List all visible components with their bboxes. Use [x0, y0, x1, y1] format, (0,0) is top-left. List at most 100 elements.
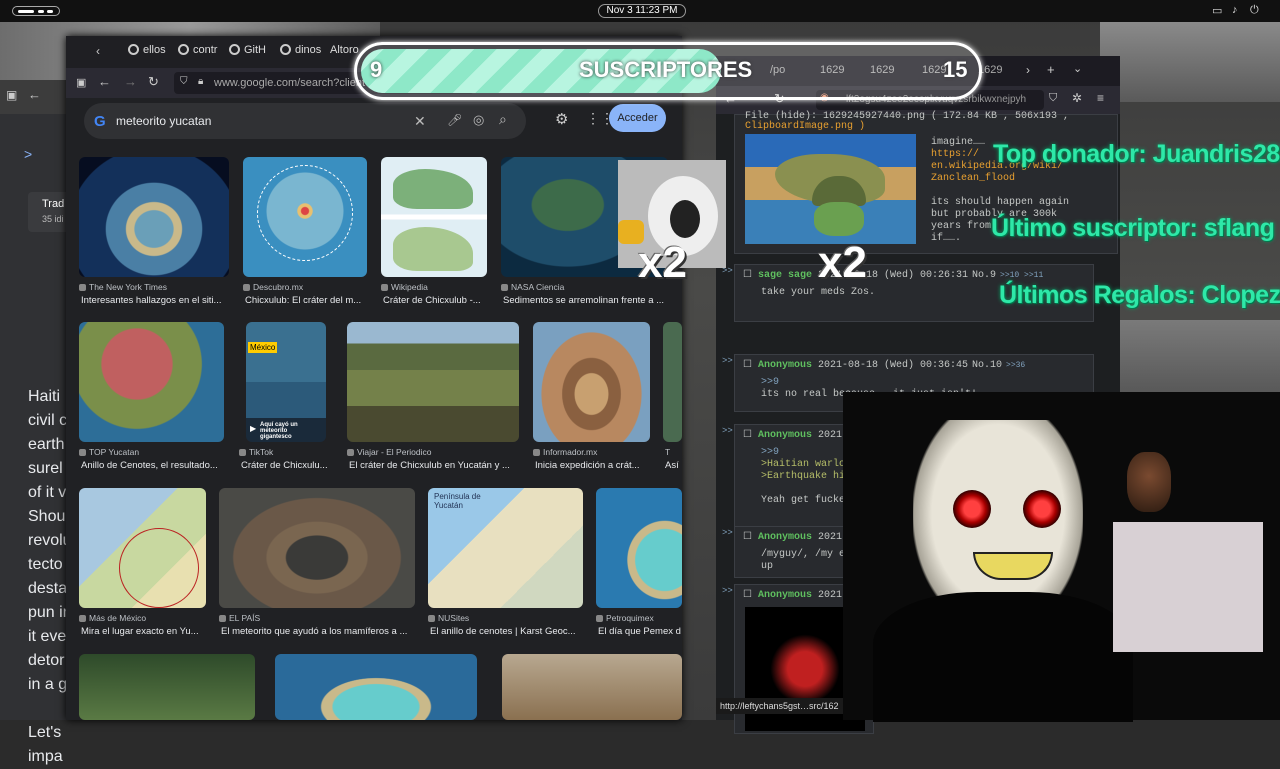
- chevron-right-icon[interactable]: ›: [1026, 63, 1030, 77]
- chevron-left-icon[interactable]: ‹: [96, 44, 100, 58]
- sign-in-button[interactable]: Acceder: [609, 104, 666, 132]
- browser-window: ‹ ellos contr GitH dinos Altoro ▣ ← → ↻ …: [66, 36, 682, 720]
- source-label: TikTok: [249, 447, 274, 457]
- source-favicon: [501, 284, 508, 291]
- emote-multiplier: x2: [818, 238, 867, 287]
- play-icon[interactable]: ▶: [250, 424, 256, 433]
- clock[interactable]: Nov 3 11:23 PM: [598, 4, 686, 18]
- volume-icon[interactable]: ♪: [1232, 4, 1238, 16]
- select-checkbox[interactable]: ☐: [743, 430, 758, 441]
- result-title[interactable]: Sedimentos se arremolinan frente a ...: [503, 295, 668, 306]
- menu-icon[interactable]: ≡: [1097, 91, 1104, 105]
- hood-shadow: [873, 592, 1133, 722]
- result-title[interactable]: El meteorito que ayudó a los mamíferos a…: [221, 626, 415, 637]
- tab-ellos[interactable]: ellos: [128, 44, 176, 62]
- window-icon[interactable]: ▭: [1212, 4, 1222, 17]
- search-icon[interactable]: ⌕: [499, 111, 507, 128]
- shield-icon[interactable]: ⛉: [1049, 92, 1057, 105]
- source-label: Más de México: [89, 613, 147, 623]
- result-image[interactable]: México Aquí cayó un meteorito gigantesco…: [246, 322, 326, 442]
- result-image[interactable]: [79, 654, 255, 720]
- reply-refs[interactable]: >>36: [1006, 361, 1025, 370]
- top-donor-label: Top donador: Juandris2830: [993, 140, 1280, 168]
- poster-name: Anonymous: [757, 590, 812, 601]
- post-text-line: up: [761, 561, 774, 572]
- post-number[interactable]: No.10: [972, 360, 1002, 371]
- extensions-icon[interactable]: ✲: [1072, 91, 1082, 105]
- back-arrow-icon[interactable]: ←: [98, 74, 111, 89]
- result-image[interactable]: [275, 654, 477, 720]
- result-title[interactable]: Chicxulub: El cráter del m...: [245, 295, 367, 306]
- reload-icon[interactable]: ↻: [148, 74, 159, 90]
- mask-eye: [1023, 490, 1061, 528]
- camera-search-icon[interactable]: ◎: [473, 112, 484, 128]
- background-wall: [1113, 522, 1263, 652]
- activities-indicator[interactable]: [12, 6, 60, 16]
- crater-ring: [119, 528, 199, 608]
- select-checkbox[interactable]: ☐: [743, 532, 758, 543]
- result-image[interactable]: [79, 488, 206, 608]
- result-title[interactable]: Anillo de Cenotes, el resultado...: [81, 460, 224, 471]
- webcam-feed: [843, 392, 1280, 722]
- back-arrow-icon[interactable]: ←: [28, 87, 41, 102]
- frog-face: [814, 202, 864, 236]
- tab-dinos[interactable]: dinos: [280, 44, 328, 62]
- sidebar-icon[interactable]: ▣: [6, 88, 17, 102]
- result-image[interactable]: [381, 157, 487, 277]
- result-title[interactable]: Mira el lugar exacto en Yu...: [81, 626, 206, 637]
- source-favicon: [428, 615, 435, 622]
- result-title[interactable]: El anillo de cenotes | Karst Geoc...: [430, 626, 583, 637]
- post-number[interactable]: No.9: [972, 270, 996, 281]
- select-checkbox[interactable]: ☐: [743, 360, 758, 371]
- translate-icon[interactable]: >: [24, 146, 32, 162]
- file-name-link[interactable]: ClipboardImage.png ): [745, 121, 865, 132]
- result-title[interactable]: Cráter de Chicxulu...: [241, 460, 331, 471]
- result-image[interactable]: [219, 488, 415, 608]
- chevron-down-icon[interactable]: ⌄: [1073, 62, 1082, 75]
- result-image[interactable]: [663, 322, 682, 442]
- source-favicon: [533, 449, 540, 456]
- forward-arrow-icon[interactable]: →: [124, 74, 137, 89]
- result-title[interactable]: Así: [665, 460, 682, 471]
- shield-icon[interactable]: ⛉: [180, 76, 188, 87]
- lock-icon[interactable]: 🔒︎: [198, 76, 203, 87]
- system-top-bar: Nov 3 11:23 PM ▭ ♪ ⏻: [0, 0, 1280, 22]
- result-title[interactable]: El cráter de Chicxulub en Yucatán y ...: [349, 460, 519, 471]
- map-landmass: [393, 169, 473, 209]
- result-title[interactable]: Inicia expedición a crát...: [535, 460, 650, 471]
- select-checkbox[interactable]: ☐: [743, 590, 758, 601]
- result-title[interactable]: Cráter de Chicxulub -...: [383, 295, 487, 306]
- gear-icon[interactable]: ⚙: [555, 110, 568, 128]
- new-tab-icon[interactable]: +: [1047, 62, 1055, 77]
- sidebar-icon[interactable]: ▣: [76, 76, 86, 89]
- last-gifts-label: Últimos Regalos: Clopez86: [999, 281, 1280, 309]
- reply-refs[interactable]: >>10 >>11: [1000, 271, 1043, 280]
- tab-label: dinos: [295, 44, 322, 56]
- microphone-icon[interactable]: 🎤︎: [447, 113, 462, 127]
- power-icon[interactable]: ⏻: [1250, 4, 1259, 17]
- tab-github[interactable]: GitH: [229, 44, 277, 62]
- result-image[interactable]: [79, 157, 229, 277]
- result-title[interactable]: Interesantes hallazgos en el siti...: [81, 295, 229, 306]
- result-image[interactable]: [596, 488, 682, 608]
- article-line: Let's: [28, 724, 62, 741]
- result-image[interactable]: [347, 322, 519, 442]
- tab-contr[interactable]: contr: [178, 44, 226, 62]
- result-image[interactable]: [533, 322, 650, 442]
- clear-icon[interactable]: ✕: [414, 113, 426, 130]
- result-image[interactable]: Península de Yucatán: [428, 488, 583, 608]
- select-checkbox[interactable]: ☐: [743, 270, 758, 281]
- result-title[interactable]: El día que Pemex d: [598, 626, 682, 637]
- mask-eye: [953, 490, 991, 528]
- source-label: Viajar - El Periodico: [357, 447, 432, 457]
- post-body: /myguy/, /my e up: [761, 549, 845, 573]
- tab-thread[interactable]: 1629: [978, 64, 1018, 82]
- result-image[interactable]: [79, 322, 224, 442]
- result-source: Wikipedia: [381, 282, 487, 292]
- result-image[interactable]: [502, 654, 682, 720]
- reply-arrow: >>: [722, 528, 733, 538]
- poster-name: sage sage: [757, 270, 812, 281]
- result-source: EL PAÍS: [219, 613, 415, 623]
- result-image[interactable]: [243, 157, 367, 277]
- result-source: NUSites: [428, 613, 583, 623]
